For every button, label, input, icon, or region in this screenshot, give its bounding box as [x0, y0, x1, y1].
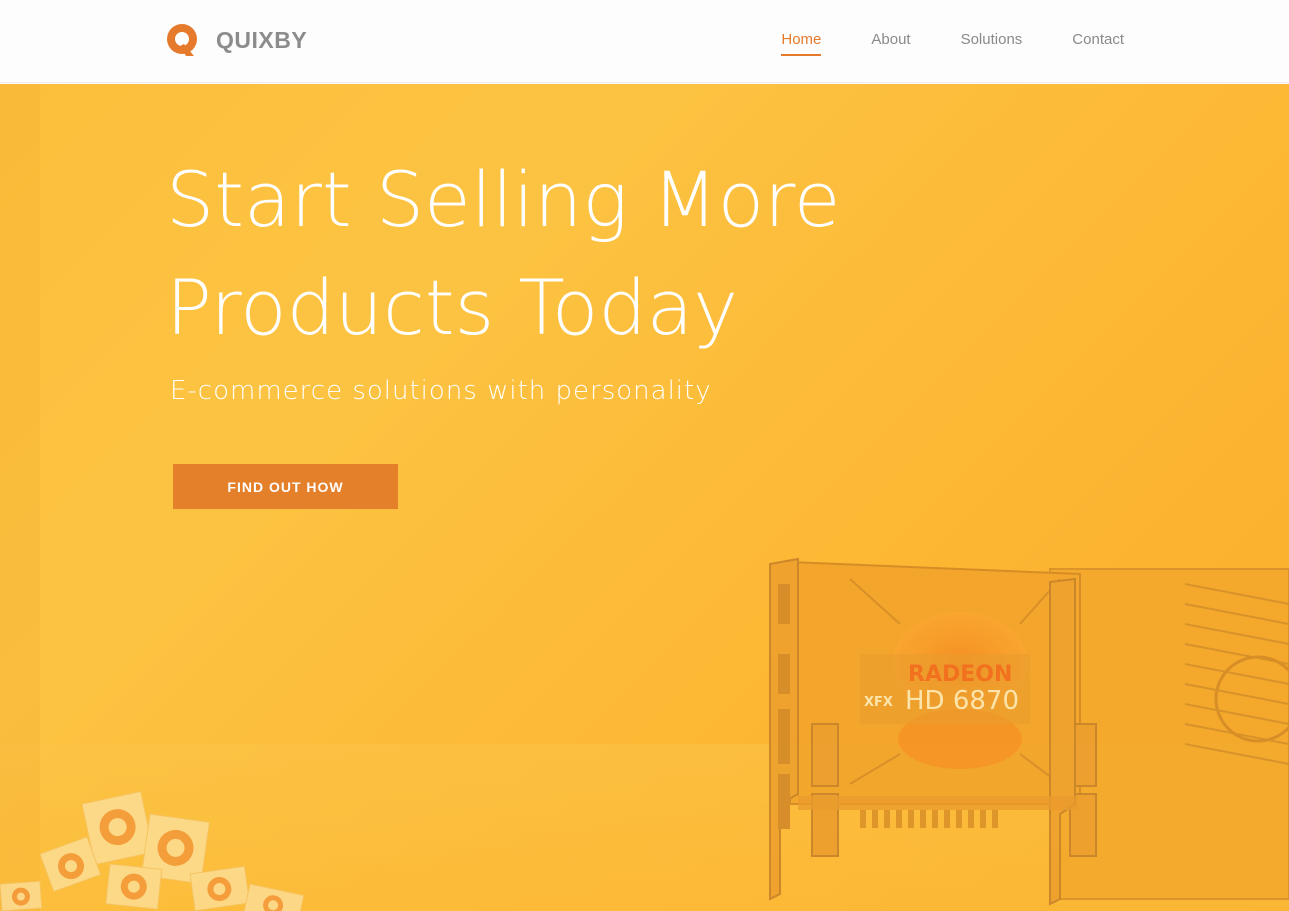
nav-item-about[interactable]: About — [871, 31, 910, 52]
quixby-q-logo-icon — [167, 24, 197, 56]
nav-item-contact[interactable]: Contact — [1072, 31, 1124, 52]
hero-subtitle: E-commerce solutions with personality — [170, 376, 712, 406]
hero-headline-line-1: Start Selling More — [166, 155, 841, 244]
product-card-model-text: RADEON — [908, 662, 1012, 687]
nav-item-home[interactable]: Home — [781, 31, 822, 56]
brand-logo-link[interactable]: QUIXBY — [164, 22, 307, 58]
hero-headline: Start Selling More Products Today — [166, 146, 926, 362]
product-card-series-text: HD 6870 — [905, 686, 1019, 716]
brand-name: QUIXBY — [216, 26, 308, 53]
hero-section: RADEON HD 6870 XFX Start Selling More Pr… — [0, 84, 1289, 911]
find-out-how-button[interactable]: FIND OUT HOW — [173, 464, 398, 509]
product-card-brand-text: XFX — [864, 695, 893, 710]
hero-headline-line-2: Products Today — [166, 263, 739, 352]
main-nav: Home About Solutions Contact — [731, 0, 1124, 83]
nav-item-solutions[interactable]: Solutions — [961, 31, 1023, 52]
top-navbar: QUIXBY Home About Solutions Contact — [0, 0, 1289, 83]
